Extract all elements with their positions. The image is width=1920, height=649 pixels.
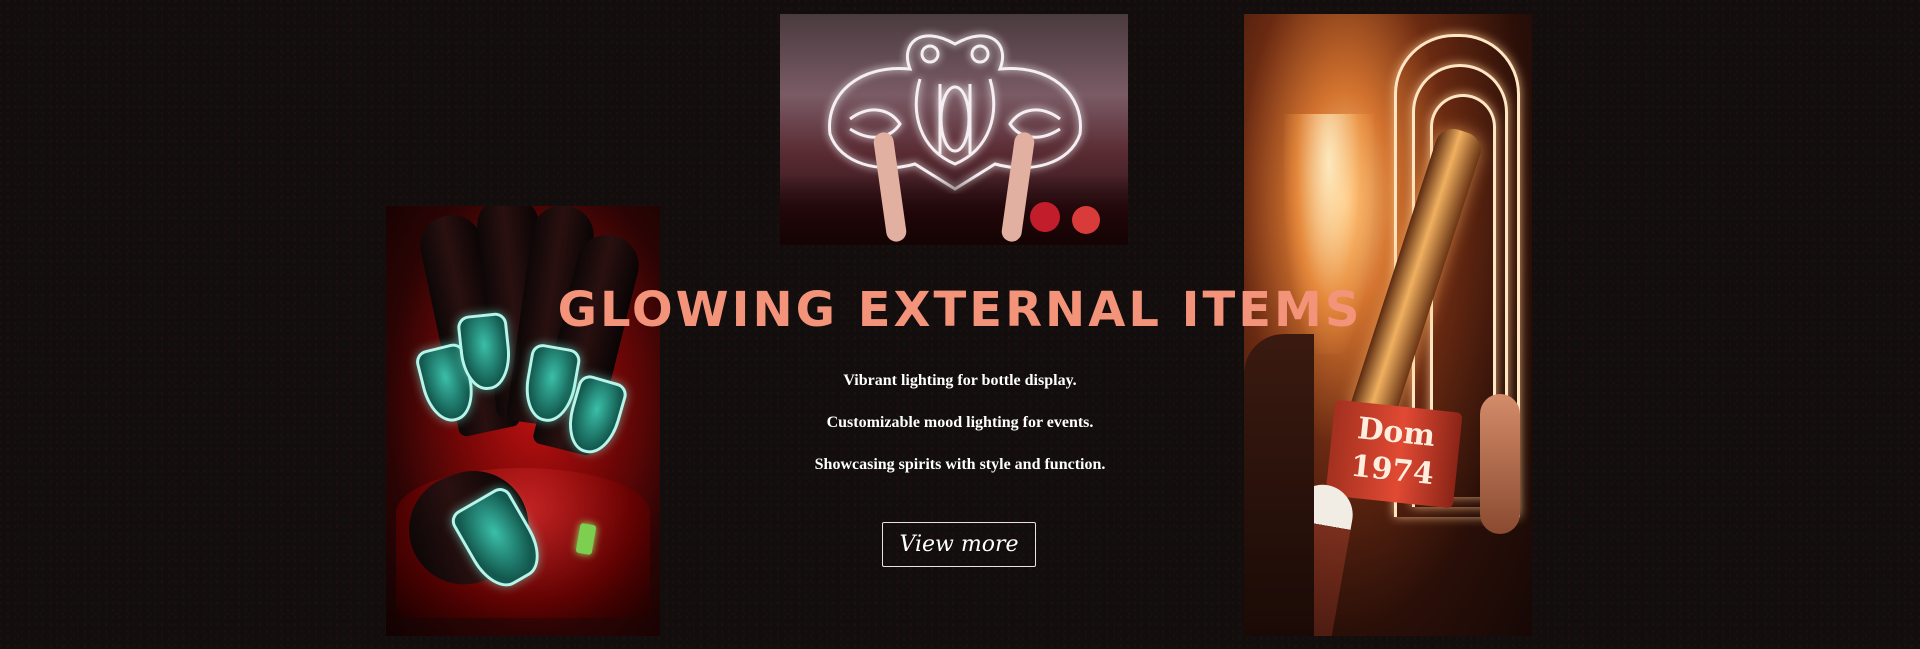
person-red-cap <box>1072 206 1100 234</box>
view-more-button[interactable]: View more <box>882 522 1036 567</box>
person-red-cap <box>1030 202 1060 232</box>
section-heading: GLOWING EXTERNAL ITEMS <box>557 282 1363 338</box>
feature-line-1: Vibrant lighting for bottle display. <box>843 372 1077 389</box>
feature-line-3: Showcasing spirits with style and functi… <box>814 456 1106 473</box>
feature-line-2: Customizable mood lighting for events. <box>826 414 1094 431</box>
photo-neon-sign <box>780 14 1128 245</box>
neon-emblem-icon <box>828 34 1082 191</box>
